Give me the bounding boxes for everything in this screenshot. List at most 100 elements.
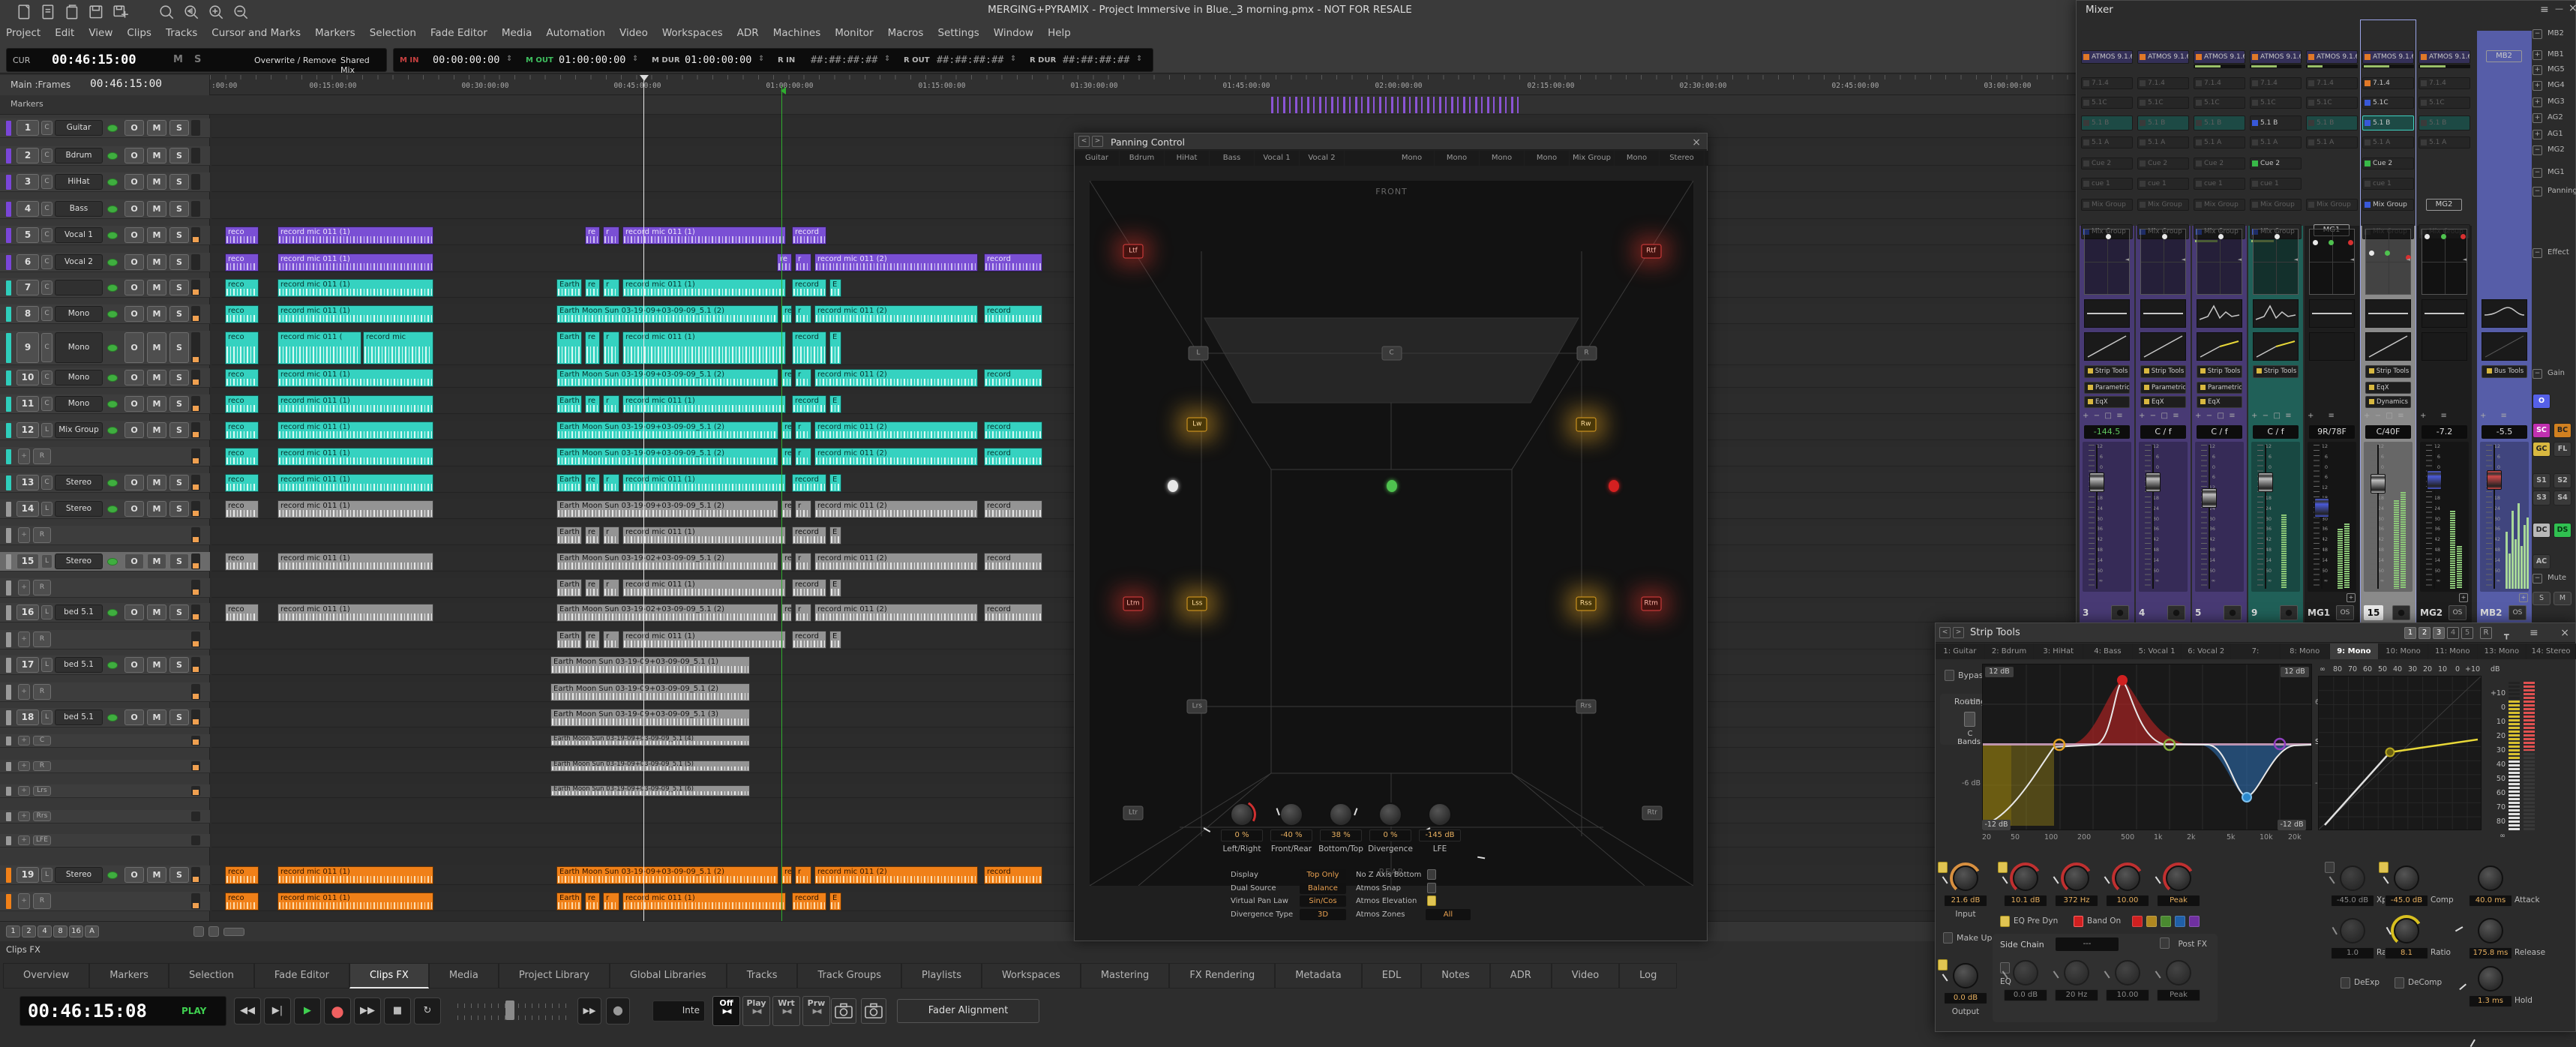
dyn-hold-value[interactable]: 1.3 ms xyxy=(2469,995,2512,1007)
dyn-release-2-value[interactable]: 175.8 ms xyxy=(2469,947,2512,959)
panner-tab-Bass[interactable]: Bass xyxy=(1210,151,1255,166)
track-type-button[interactable]: C xyxy=(41,476,52,490)
expand-button[interactable]: + xyxy=(18,527,30,543)
eq-thumbnail[interactable] xyxy=(2365,299,2411,328)
option-value-virtual-pan-law[interactable]: Sin/Cos xyxy=(1300,896,1346,907)
sidebar-group-Mute[interactable]: Mute xyxy=(2548,574,2576,584)
track-solo-button[interactable]: S xyxy=(169,554,189,569)
record-ready-dot[interactable] xyxy=(107,232,118,239)
dyn-ratio-1-knob[interactable] xyxy=(2394,918,2419,944)
option-check-atmos-elevation[interactable] xyxy=(1427,896,1436,906)
track-number-button[interactable]: 3 xyxy=(16,174,39,190)
audio-clip[interactable]: record mic 011 (2) xyxy=(814,254,978,272)
audio-clip[interactable]: record mic 011 (1) xyxy=(277,254,433,272)
bypass-checkbox[interactable] xyxy=(1945,670,1954,681)
eq-thumbnail[interactable] xyxy=(2482,299,2527,328)
track-output-button[interactable]: O xyxy=(124,370,144,386)
fader-curve-thumbnail[interactable] xyxy=(2309,332,2355,361)
track-output-button[interactable]: O xyxy=(124,475,144,490)
track-mute-button[interactable]: M xyxy=(147,227,166,243)
audio-clip[interactable]: re xyxy=(585,631,600,649)
routing-7-1-4[interactable]: 7.1.4 xyxy=(2362,77,2414,89)
audio-clip[interactable]: reco xyxy=(225,279,259,297)
menu-clips[interactable]: Clips xyxy=(127,27,151,39)
tab-edl[interactable]: EDL xyxy=(1362,963,1421,988)
fader-cap[interactable] xyxy=(2487,470,2502,490)
pan-source-1[interactable] xyxy=(1387,480,1397,492)
bus-tools-button[interactable]: Bus Tools xyxy=(2482,365,2527,378)
audio-clip[interactable]: record xyxy=(984,500,1042,518)
strip-tools-button[interactable]: Strip Tools xyxy=(2253,365,2299,378)
track-name[interactable]: bed 5.1 xyxy=(55,710,103,725)
menu-icon[interactable]: ≡ xyxy=(2530,624,2539,642)
menu-edit[interactable]: Edit xyxy=(55,27,74,39)
pan-room[interactable]: FRONTREARLtfRtfLCRLwRwLtmLssRssRtmLrsRrs… xyxy=(1090,181,1693,886)
pan-pad[interactable]: ◄ xyxy=(2309,229,2355,295)
sidebar-expand-MG4[interactable]: + xyxy=(2533,81,2542,91)
audio-clip[interactable]: record mic 011 (1) xyxy=(277,500,433,518)
fader-curve-thumbnail[interactable] xyxy=(2422,332,2467,361)
record-armed-indicator[interactable] xyxy=(193,903,199,908)
panner-tab-Mono[interactable]: Mono xyxy=(1435,151,1480,166)
audio-clip[interactable]: record xyxy=(984,553,1042,571)
track-14-header[interactable]: 14LStereoOMS xyxy=(0,500,210,519)
post-fx-checkbox[interactable] xyxy=(2160,938,2170,949)
record-armed-indicator[interactable] xyxy=(193,316,199,321)
routing-button[interactable] xyxy=(1964,712,1975,727)
audio-clip[interactable]: record mic 011 (1) xyxy=(277,604,433,622)
automation-prw-button[interactable]: Prw▶◀ xyxy=(802,996,830,1026)
track-13-header[interactable]: 13CStereoOMS xyxy=(0,473,210,493)
audio-clip[interactable]: Earth Moon Sun 03-19-09+03-09-09_5.1 (2) xyxy=(556,866,778,884)
audio-clip[interactable]: Earth xyxy=(556,395,582,413)
audio-clip[interactable]: Earth Moon Sun 03-19-02+03-09-09_5.1 (2) xyxy=(556,604,778,622)
track-mute-button[interactable]: M xyxy=(147,867,166,883)
os-button[interactable]: OS xyxy=(2336,605,2354,620)
audio-clip[interactable]: re xyxy=(585,279,600,297)
menu-markers[interactable]: Markers xyxy=(315,27,355,39)
audio-clip[interactable]: r xyxy=(603,579,619,597)
expand-button[interactable]: + xyxy=(18,736,30,746)
routing-5-1-B[interactable]: 5.1 B xyxy=(2419,116,2470,130)
audio-clip[interactable]: record mic 011 (1) xyxy=(277,226,433,244)
audio-clip[interactable]: record mic 011 (1) xyxy=(277,279,433,297)
audio-clip[interactable]: record mic 011 (1) xyxy=(277,448,433,466)
panner-tab-Mono[interactable]: Mono xyxy=(1480,151,1525,166)
audio-clip[interactable]: Earth Moon Sun 03-19-09+03-09-09_5.1 (2) xyxy=(556,305,778,323)
track-mute-button[interactable]: M xyxy=(147,396,166,412)
audio-clip[interactable]: record xyxy=(792,226,826,244)
track-type-button[interactable]: L xyxy=(41,554,52,568)
routing-Mix-Group[interactable]: Mix Group xyxy=(2306,199,2358,211)
track-mute-button[interactable]: M xyxy=(147,710,166,725)
footer-square-1[interactable] xyxy=(193,926,204,937)
audio-clip[interactable]: Earth Moon Sun 03-19-09+03-09-09_5.1 (2) xyxy=(556,422,778,440)
r-button[interactable]: R xyxy=(2480,627,2492,639)
pan-dot[interactable] xyxy=(2348,240,2353,245)
record-button[interactable]: ● xyxy=(324,998,351,1024)
strip-toolbar[interactable]: + − □ ≡ xyxy=(2251,412,2300,422)
ball-button[interactable]: ● xyxy=(606,998,630,1024)
routing-Cue-2[interactable]: Cue 2 xyxy=(2250,158,2302,170)
record-button[interactable]: ● xyxy=(2167,605,2185,620)
routing-5-1-B[interactable]: 5.1 B xyxy=(2306,116,2358,130)
audio-clip[interactable]: record mic 011 (2) xyxy=(814,866,978,884)
dyn-ratio-0-value[interactable]: 1.0 xyxy=(2331,947,2374,959)
audio-clip[interactable]: re xyxy=(585,395,600,413)
audio-clip[interactable]: r xyxy=(795,254,811,272)
expand-button[interactable]: + xyxy=(18,580,30,596)
audio-clip[interactable]: record mic 011 (2) xyxy=(814,553,978,571)
os-button[interactable]: OS xyxy=(2509,605,2527,620)
routing-5-1-A[interactable]: 5.1 A xyxy=(2250,136,2302,148)
audio-clip[interactable]: record mic 011 (2) xyxy=(814,305,978,323)
track-name[interactable]: Guitar xyxy=(55,120,103,136)
track-name[interactable]: Mono xyxy=(55,396,103,412)
preset-button-1[interactable]: 1 xyxy=(2404,627,2416,639)
track-type-button[interactable]: C xyxy=(41,148,52,163)
record-armed-indicator[interactable] xyxy=(193,237,199,242)
record-button[interactable]: ● xyxy=(2392,605,2410,620)
sc-knob-1-value[interactable]: 20 Hz xyxy=(2055,989,2098,1001)
audio-clip[interactable]: record xyxy=(792,526,826,544)
track-height-button-1[interactable]: 1 xyxy=(6,926,20,938)
sidebar-expand-MG5[interactable]: + xyxy=(2533,65,2542,75)
speaker-Rtm[interactable]: Rtm xyxy=(1641,597,1661,611)
track-name[interactable]: Mono xyxy=(55,306,103,322)
